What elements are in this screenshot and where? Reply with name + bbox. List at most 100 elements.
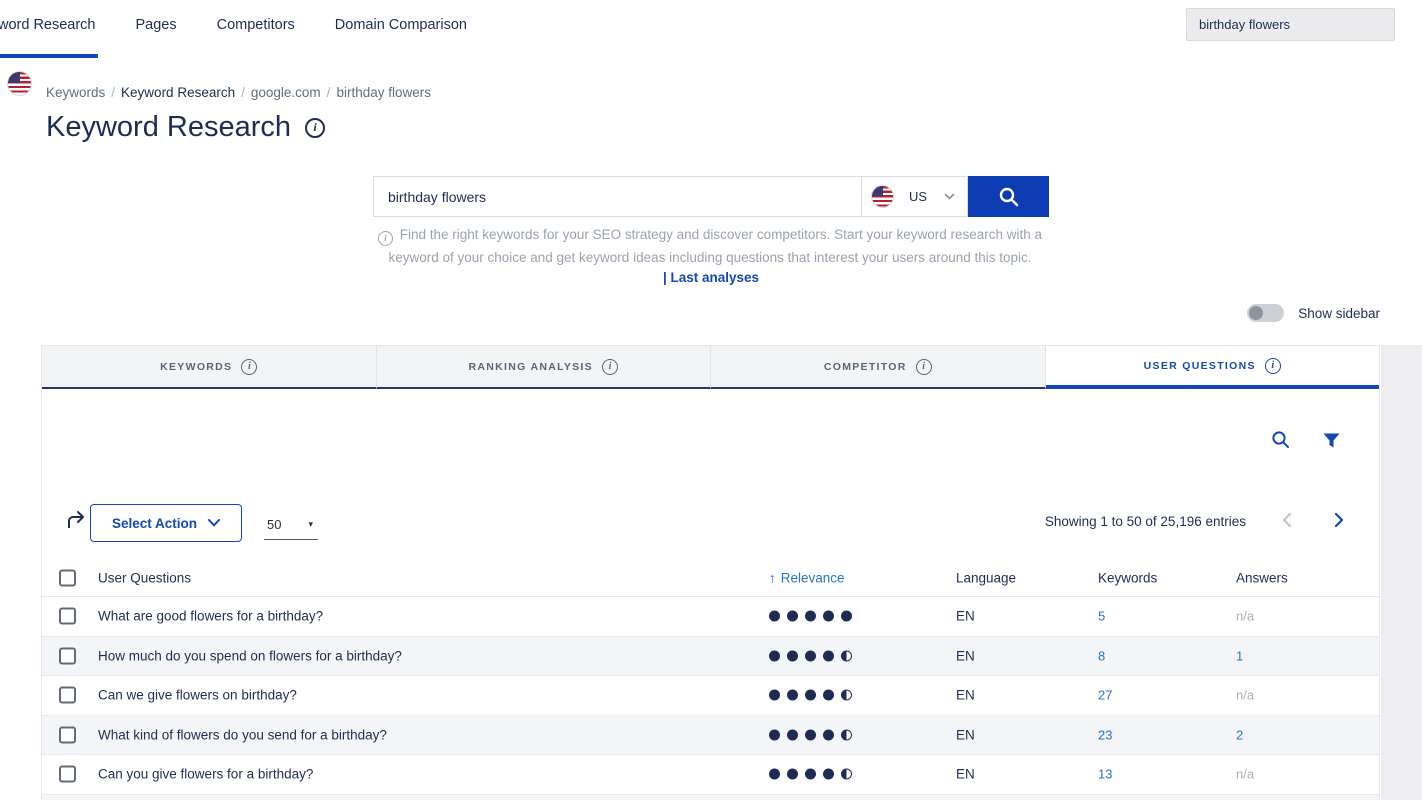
page-size-value: 50 <box>267 517 281 532</box>
select-action-button[interactable]: Select Action <box>90 504 242 542</box>
relevance-dot <box>841 769 852 780</box>
header-user-questions[interactable]: User Questions <box>98 570 191 585</box>
language-cell: EN <box>956 767 975 782</box>
chevron-down-icon <box>208 519 220 527</box>
info-icon: i <box>1265 358 1281 374</box>
breadcrumb-separator: / <box>111 85 115 100</box>
question-cell[interactable]: What are good flowers for a birthday? <box>98 609 323 624</box>
header-relevance[interactable]: ↑ Relevance <box>769 570 845 585</box>
language-cell: EN <box>956 648 975 663</box>
relevance-dot <box>769 729 780 740</box>
search-button[interactable] <box>968 176 1049 217</box>
answers-cell[interactable]: 2 <box>1236 727 1243 742</box>
keywords-link[interactable]: 23 <box>1098 727 1112 742</box>
chevron-down-icon <box>944 193 955 200</box>
answers-cell: n/a <box>1236 609 1254 624</box>
keyword-input[interactable] <box>373 176 862 217</box>
nav-item-keyword-research[interactable]: Keyword Research <box>0 0 96 59</box>
relevance-dot <box>787 690 798 701</box>
description-text: Find the right keywords for your SEO str… <box>388 227 1042 265</box>
tab-user-questions[interactable]: USER QUESTIONS i <box>1046 346 1380 389</box>
relevance-dot <box>823 650 834 661</box>
breadcrumb-separator: / <box>241 85 245 100</box>
info-icon: i <box>602 359 618 375</box>
table-body: What are good flowers for a birthday? EN 5… <box>42 597 1379 800</box>
relevance-dot <box>805 650 816 661</box>
breadcrumb-item-google-com[interactable]: google.com <box>251 85 321 100</box>
info-icon: i <box>916 359 932 375</box>
tab-ranking-analysis[interactable]: RANKING ANALYSIS i <box>377 346 712 389</box>
page-title: Keyword Research i <box>46 111 325 144</box>
question-cell[interactable]: Can we give flowers on birthday? <box>98 688 297 703</box>
tab-label: USER QUESTIONS <box>1144 360 1256 372</box>
export-icon[interactable] <box>65 509 87 530</box>
show-sidebar-toggle[interactable] <box>1247 304 1284 322</box>
nav-item-competitors[interactable]: Competitors <box>217 0 295 59</box>
info-icon[interactable]: i <box>305 118 325 138</box>
question-cell[interactable]: Can you give flowers for a birthday? <box>98 767 313 782</box>
nav-item-domain-comparison[interactable]: Domain Comparison <box>335 0 467 59</box>
header-keywords[interactable]: Keywords <box>1098 570 1157 585</box>
row-checkbox[interactable] <box>59 726 76 743</box>
answers-cell: n/a <box>1236 688 1254 703</box>
table-row: What are good flowers for a birthday? EN 5… <box>42 597 1379 637</box>
search-icon <box>998 186 1020 208</box>
header-answers[interactable]: Answers <box>1236 570 1288 585</box>
tab-label: KEYWORDS <box>160 361 232 373</box>
header-language[interactable]: Language <box>956 570 1016 585</box>
country-flag-icon[interactable] <box>7 71 32 96</box>
breadcrumb: Keywords/Keyword Research/google.com/bir… <box>46 85 431 100</box>
relevance-dot <box>841 729 852 740</box>
tab-label: RANKING ANALYSIS <box>469 361 593 373</box>
relevance-dot <box>805 611 816 622</box>
tab-competitor[interactable]: COMPETITORi <box>711 346 1046 389</box>
table-row: What kind of flowers do you send for a b… <box>42 716 1379 756</box>
keywords-link[interactable]: 13 <box>1098 767 1112 782</box>
relevance-dot <box>787 650 798 661</box>
relevance-dots <box>769 650 852 661</box>
breadcrumb-item-keyword-research[interactable]: Keyword Research <box>121 85 235 100</box>
page-size-select[interactable]: 50 ▾ <box>264 510 318 540</box>
row-checkbox[interactable] <box>59 647 76 664</box>
keywords-link[interactable]: 5 <box>1098 609 1105 624</box>
language-cell: EN <box>956 609 975 624</box>
relevance-dot <box>769 769 780 780</box>
answers-cell[interactable]: 1 <box>1236 648 1243 663</box>
sidebar-toggle-row: Show sidebar <box>1247 304 1380 322</box>
tab-keywords[interactable]: KEYWORDS i <box>42 346 377 389</box>
keywords-link[interactable]: 8 <box>1098 648 1105 663</box>
row-checkbox[interactable] <box>59 766 76 783</box>
global-search-input[interactable] <box>1187 9 1394 40</box>
language-cell: EN <box>956 688 975 703</box>
relevance-dots <box>769 729 852 740</box>
info-icon: i <box>378 231 393 246</box>
relevance-dot <box>823 769 834 780</box>
global-search-box[interactable] <box>1186 8 1395 41</box>
country-select[interactable]: US <box>862 176 968 217</box>
language-cell: EN <box>956 727 975 742</box>
relevance-dot <box>823 611 834 622</box>
question-cell[interactable]: What kind of flowers do you send for a b… <box>98 727 387 742</box>
info-icon: i <box>241 359 257 375</box>
row-checkbox[interactable] <box>59 687 76 704</box>
filter-icon[interactable] <box>1323 433 1340 448</box>
row-checkbox[interactable] <box>59 608 76 625</box>
nav-item-pages[interactable]: Pages <box>136 0 177 59</box>
search-description: i Find the right keywords for your SEO s… <box>356 224 1064 269</box>
select-all-checkbox[interactable] <box>59 569 76 586</box>
breadcrumb-item-birthday-flowers[interactable]: birthday flowers <box>336 85 431 100</box>
breadcrumb-item-keywords[interactable]: Keywords <box>46 85 105 100</box>
answers-cell: n/a <box>1236 767 1254 782</box>
keywords-link[interactable]: 27 <box>1098 688 1112 703</box>
relevance-dot <box>841 690 852 701</box>
relevance-dot <box>769 690 780 701</box>
results-tabs: KEYWORDSiRANKING ANALYSISiCOMPETITORiUSE… <box>42 346 1379 389</box>
select-action-label: Select Action <box>112 516 197 531</box>
prev-page-icon[interactable] <box>1282 512 1292 528</box>
relevance-dot <box>769 650 780 661</box>
next-page-icon[interactable] <box>1334 512 1344 528</box>
question-cell[interactable]: How much do you spend on flowers for a b… <box>98 648 402 663</box>
table-search-icon[interactable] <box>1271 430 1290 449</box>
last-analyses-link[interactable]: | Last analyses <box>373 270 1049 285</box>
table-row: Can we give flowers on birthday? EN 27 n/a <box>42 676 1379 716</box>
